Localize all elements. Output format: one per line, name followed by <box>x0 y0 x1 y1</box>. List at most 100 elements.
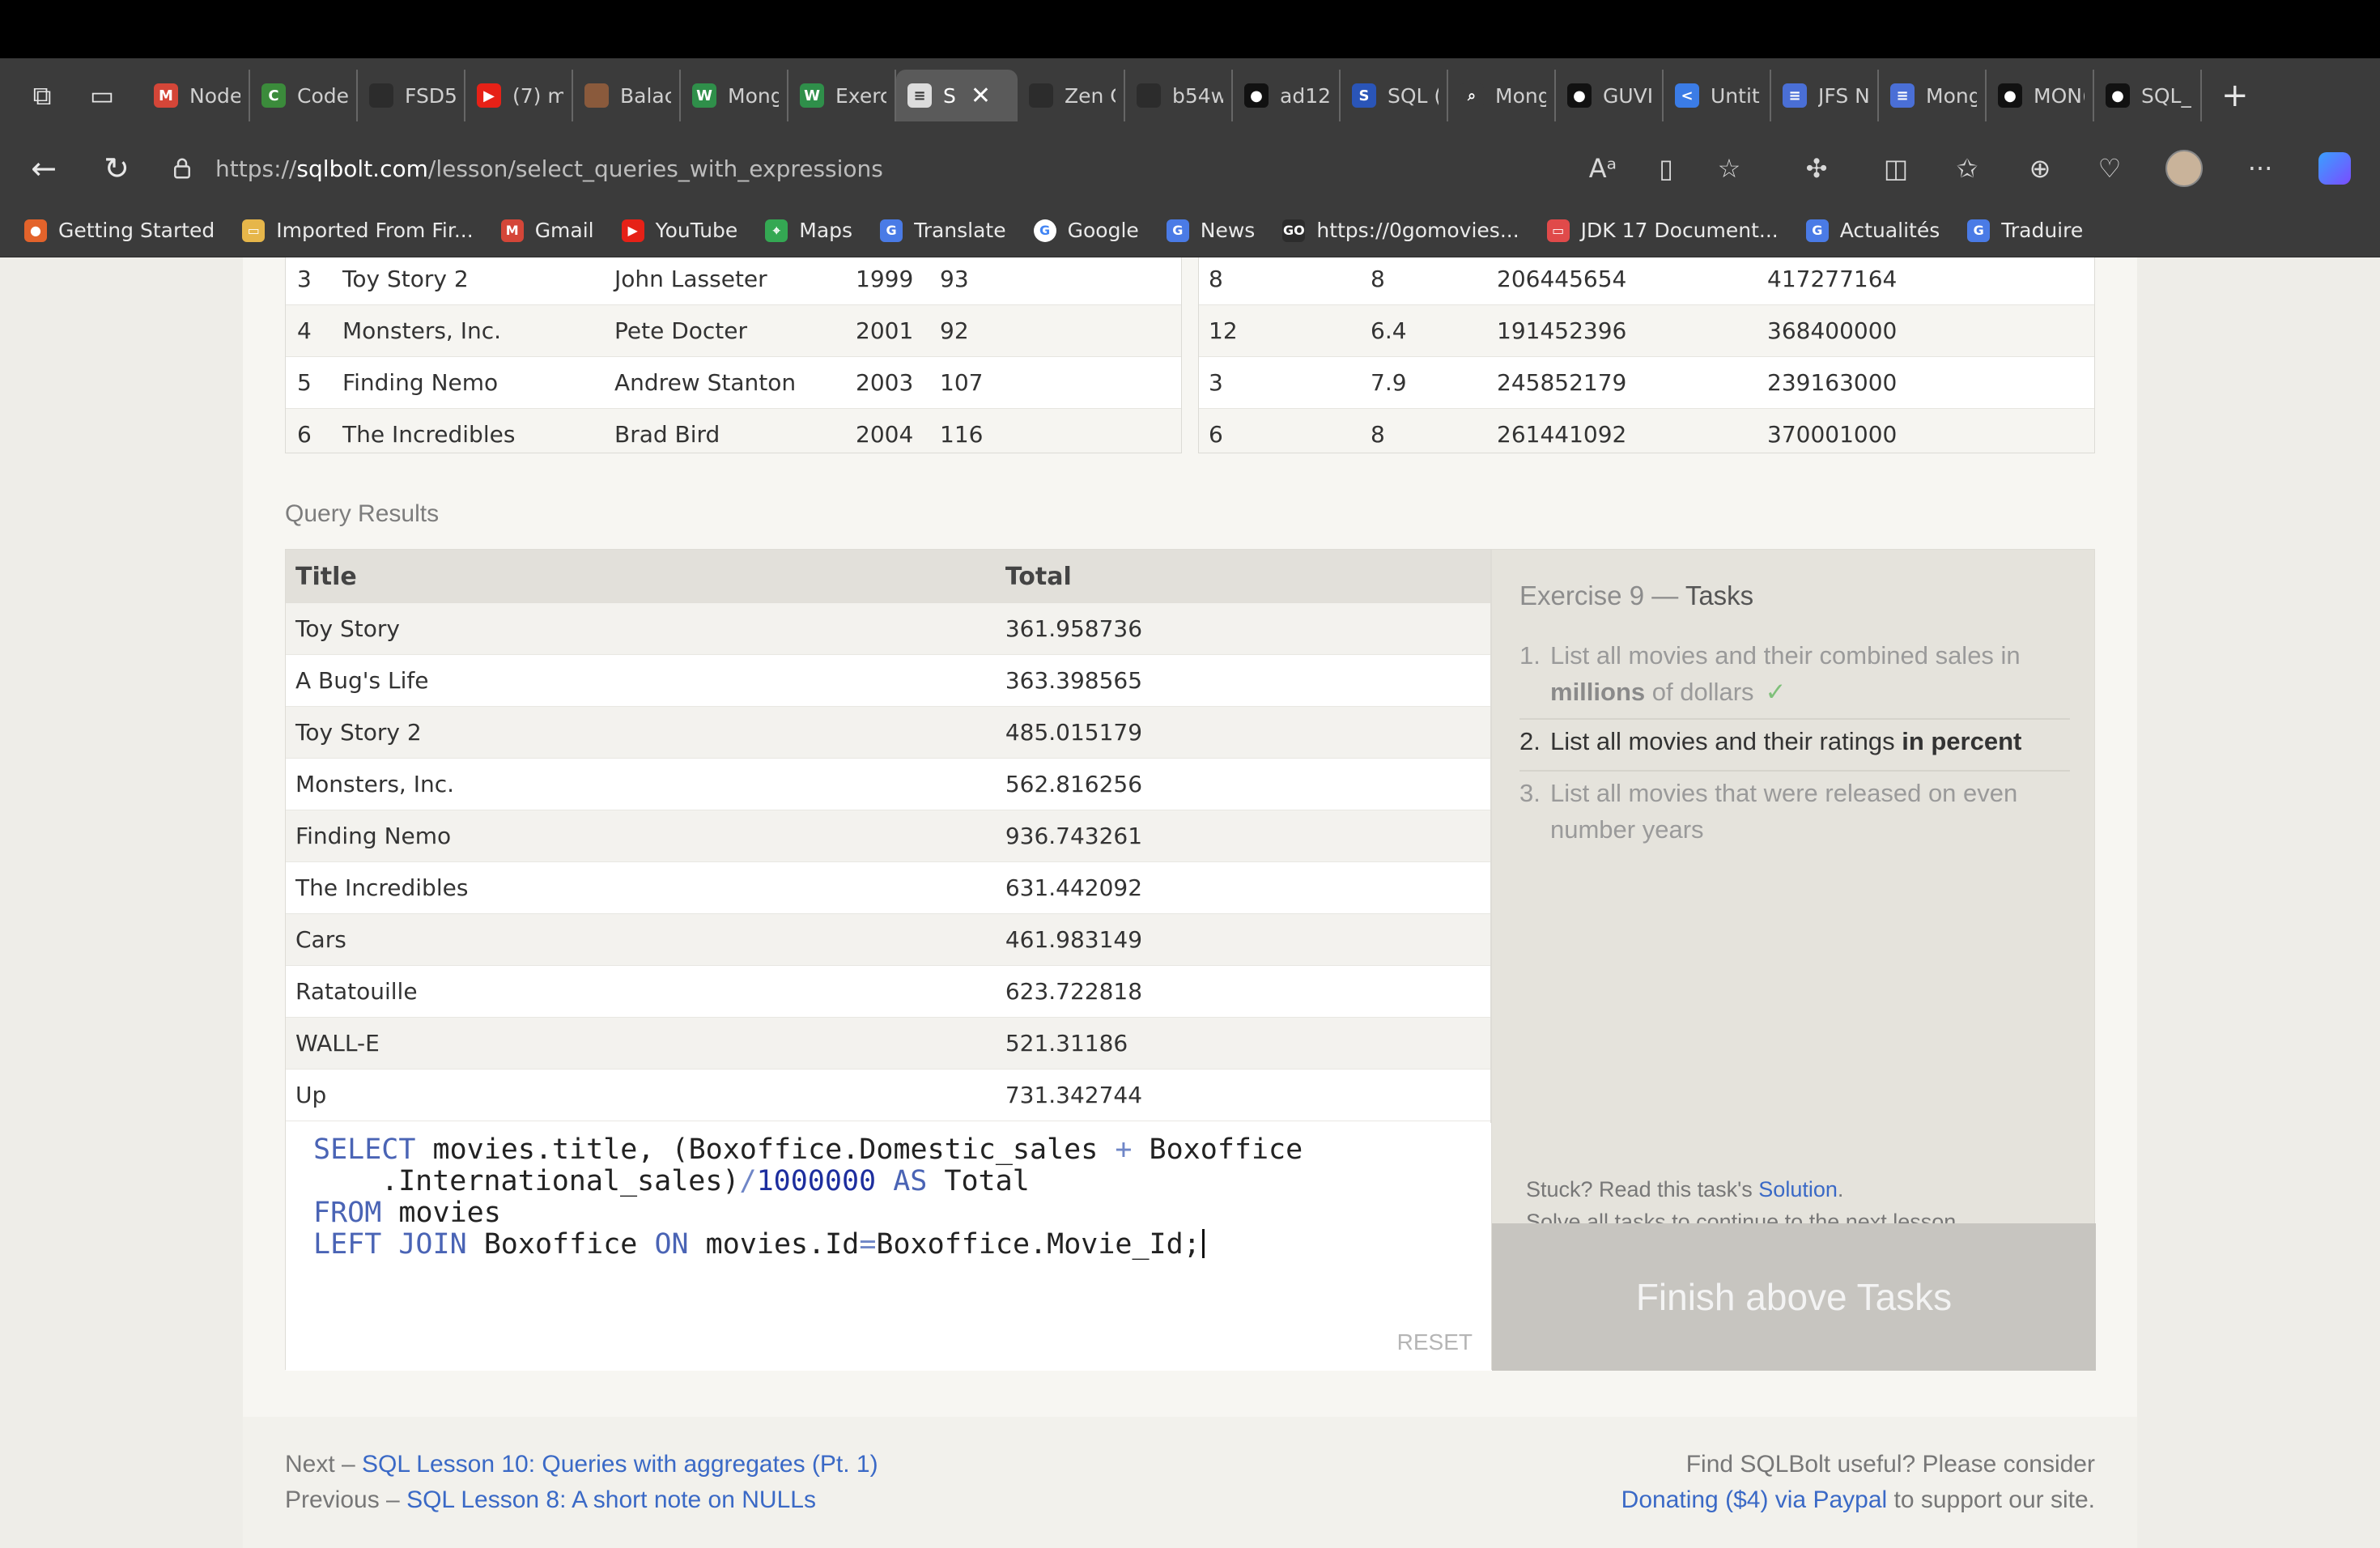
cell-domestic: 206445654 <box>1497 266 1627 292</box>
table-row: 3 7.9 245852179 239163000 <box>1199 357 2094 409</box>
circle-icon <box>1029 83 1053 108</box>
bookmark-11[interactable]: G Traduire <box>1967 219 2083 242</box>
tab-9[interactable]: b54w <box>1125 70 1233 121</box>
cell-movie_id: 8 <box>1209 266 1223 292</box>
movies-table: 3 Toy Story 2 John Lasseter 1999 93 4 Monsters… <box>285 257 1182 453</box>
profile-avatar[interactable] <box>2163 147 2205 189</box>
task-number: 2. <box>1519 727 1541 755</box>
tab-10[interactable]: ● ad12( <box>1233 70 1341 121</box>
bookmark-7[interactable]: G News <box>1166 219 1255 242</box>
extensions-icon[interactable]: ✣ <box>1796 147 1838 189</box>
tab-list: M Node C Code FSD5 ▶ (7) m Balac W Mong W Exerc ≡ S ✕ Z… <box>142 70 2202 121</box>
tab-1[interactable]: C Code <box>250 70 358 121</box>
tab-15[interactable]: ≡ JFS N <box>1771 70 1879 121</box>
tab-label: FSD5 <box>405 83 456 108</box>
table-row: Toy Story 361.958736 <box>286 603 1490 655</box>
next-label: Next – <box>285 1451 363 1478</box>
tab-8[interactable]: Zen C <box>1018 70 1125 121</box>
cell-year: 2004 <box>856 421 914 448</box>
tab-12[interactable]: ⌕ Mong <box>1448 70 1556 121</box>
tab-11[interactable]: S SQL ( <box>1341 70 1448 121</box>
close-tab-icon[interactable]: ✕ <box>971 82 991 110</box>
workspaces-icon[interactable]: ⧉ <box>23 76 62 115</box>
bookmark-3[interactable]: ▶ YouTube <box>621 219 737 242</box>
reset-button[interactable]: RESET <box>1397 1326 1473 1358</box>
cell-title: Monsters, Inc. <box>295 771 455 797</box>
cell-total: 623.722818 <box>1005 978 1143 1005</box>
tab-16[interactable]: ≡ Mong <box>1879 70 1987 121</box>
code-text: movies.Id <box>688 1228 860 1261</box>
table-row: Cars 461.983149 <box>286 914 1490 966</box>
favorites-icon[interactable]: ✩ <box>1946 147 1988 189</box>
cell-total: 485.015179 <box>1005 719 1143 746</box>
table-row: The Incredibles 631.442092 <box>286 862 1490 914</box>
tab-13[interactable]: ● GUVI <box>1556 70 1664 121</box>
exercise-label: Exercise 9 — <box>1519 580 1685 610</box>
task-text-bold: millions <box>1550 678 1646 706</box>
cell-id: 4 <box>297 317 312 344</box>
tab-actions-icon[interactable]: ▭ <box>83 76 121 115</box>
tab-14[interactable]: < Untitl <box>1664 70 1771 121</box>
tab-label: GUVI <box>1603 83 1654 108</box>
address-bar[interactable]: https://sqlbolt.com/lesson/select_querie… <box>170 133 883 204</box>
read-aloud-icon[interactable]: Aᵃ <box>1582 147 1624 189</box>
bookmark-1[interactable]: ▭ Imported From Fir... <box>242 219 474 242</box>
cell-domestic: 261441092 <box>1497 421 1627 448</box>
table-row: 6 8 261441092 370001000 <box>1199 409 2094 453</box>
cell-total: 936.743261 <box>1005 823 1143 849</box>
tab-2[interactable]: FSD5 <box>358 70 465 121</box>
circle-icon <box>369 83 393 108</box>
previous-label: Previous – <box>285 1486 407 1513</box>
tab-0[interactable]: M Node <box>142 70 250 121</box>
collections-icon[interactable]: ⊕ <box>2019 147 2061 189</box>
reload-button[interactable]: ↻ <box>94 146 139 191</box>
bookmark-6[interactable]: G Google <box>1033 219 1139 242</box>
header-title: Title <box>295 562 357 591</box>
tab-6[interactable]: W Exerc <box>788 70 896 121</box>
back-button[interactable]: ← <box>21 146 66 191</box>
tab-3[interactable]: ▶ (7) m <box>465 70 573 121</box>
new-tab-button[interactable]: + <box>2221 77 2249 114</box>
cell-international: 239163000 <box>1767 369 1898 396</box>
bookmark-8[interactable]: GO https://0gomovies... <box>1282 219 1519 242</box>
health-icon[interactable]: ♡ <box>2089 147 2131 189</box>
more-menu-icon[interactable]: ··· <box>2239 147 2281 189</box>
cell-rating: 8 <box>1371 421 1385 448</box>
favorite-star-icon[interactable]: ☆ <box>1708 147 1750 189</box>
bookmark-4[interactable]: ⌖ Maps <box>765 219 852 242</box>
bookmark-2[interactable]: M Gmail <box>500 219 594 242</box>
immersive-reader-icon[interactable]: ▯ <box>1645 147 1687 189</box>
bookmark-10[interactable]: G Actualités <box>1805 219 1940 242</box>
cell-title: A Bug's Life <box>295 667 429 694</box>
bookmark-label: Gmail <box>534 219 594 242</box>
bookmark-icon: G <box>880 219 903 242</box>
split-screen-icon[interactable]: ◫ <box>1875 147 1917 189</box>
task-text: List all movies and their ratings in per… <box>1550 723 2021 759</box>
bookmark-label: Getting Started <box>58 219 215 242</box>
bookmark-label: Actualités <box>1839 219 1940 242</box>
copilot-icon[interactable] <box>2314 147 2356 189</box>
sql-editor[interactable]: SELECT movies.title, (Boxoffice.Domestic… <box>286 1123 1492 1371</box>
bookmark-0[interactable]: ● Getting Started <box>24 219 215 242</box>
task-text: List all movies that were released on ev… <box>1550 779 2018 844</box>
bookmark-5[interactable]: G Translate <box>880 219 1006 242</box>
bookmark-9[interactable]: ▭ JDK 17 Document... <box>1546 219 1779 242</box>
github-icon: ● <box>1567 83 1592 108</box>
table-row: Up 731.342744 <box>286 1070 1490 1121</box>
cell-year: 1999 <box>856 266 914 292</box>
tab-17[interactable]: ● MON( <box>1987 70 2094 121</box>
donate-link[interactable]: Donating ($4) via Paypal <box>1621 1486 1888 1513</box>
previous-lesson: Previous – SQL Lesson 8: A short note on… <box>285 1486 816 1514</box>
next-lesson-link[interactable]: SQL Lesson 10: Queries with aggregates (… <box>362 1451 878 1478</box>
solution-link[interactable]: Solution <box>1758 1177 1838 1201</box>
tab-4[interactable]: Balac <box>573 70 681 121</box>
cell-title: Toy Story 2 <box>342 266 469 292</box>
cell-title: Finding Nemo <box>295 823 452 849</box>
task-text-post: of dollars <box>1645 678 1754 706</box>
tab-7[interactable]: ≡ S ✕ <box>896 70 1018 121</box>
finish-tasks-button[interactable]: Finish above Tasks <box>1492 1223 2096 1371</box>
tab-18[interactable]: ● SQL_ <box>2094 70 2202 121</box>
bookmark-icon: G <box>1967 219 1991 242</box>
tab-5[interactable]: W Mong <box>681 70 788 121</box>
previous-lesson-link[interactable]: SQL Lesson 8: A short note on NULLs <box>406 1486 816 1513</box>
